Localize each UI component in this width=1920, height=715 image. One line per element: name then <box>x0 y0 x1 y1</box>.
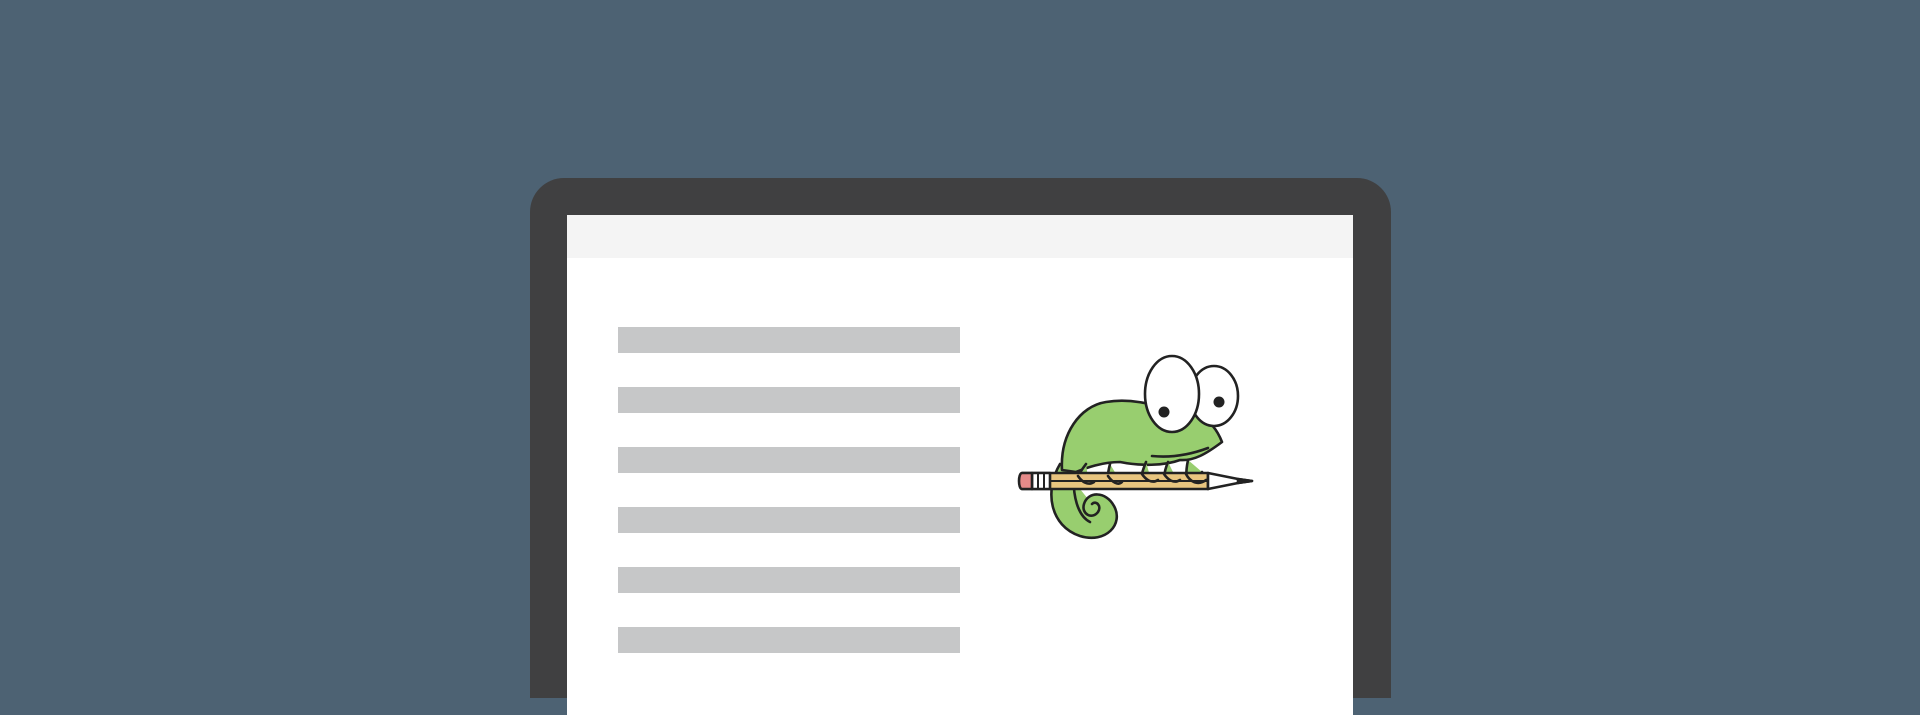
document-line <box>618 567 960 593</box>
document-text-placeholder <box>618 327 960 687</box>
chameleon-svg <box>1017 354 1254 539</box>
laptop-bezel <box>530 178 1391 715</box>
window-title-bar <box>567 215 1353 258</box>
laptop-screen <box>567 215 1353 715</box>
document-line <box>618 447 960 473</box>
chameleon-with-pencil-icon <box>1002 346 1262 561</box>
document-line <box>618 387 960 413</box>
document-line <box>618 507 960 533</box>
document-line <box>618 327 960 353</box>
document-line <box>618 627 960 653</box>
